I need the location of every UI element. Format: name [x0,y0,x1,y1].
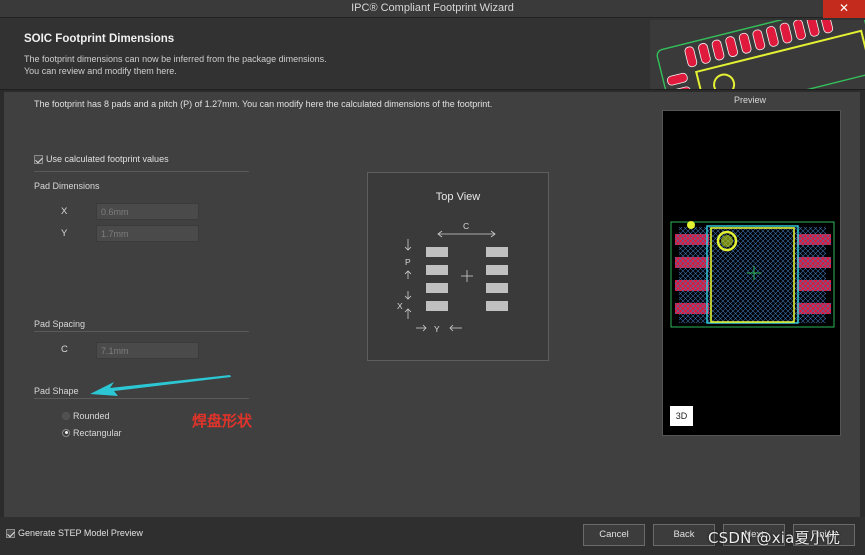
radio-indicator[interactable] [62,428,70,437]
page-title: SOIC Footprint Dimensions [24,33,175,45]
3d-view-button[interactable]: 3D [670,406,693,426]
dim-c-label: C [463,221,470,231]
use-calculated-label: Use calculated footprint values [46,154,169,165]
footprint-preview[interactable]: 3D [662,110,841,436]
dim-y-label: Y [434,324,440,334]
wizard-header: SOIC Footprint Dimensions The footprint … [0,18,865,90]
checkbox-mark[interactable] [6,528,15,538]
pad-dimensions-label: Pad Dimensions [34,181,100,191]
radio-rectangular-label: Rectangular [73,427,122,438]
pad-shape-label: Pad Shape [34,386,79,396]
back-button[interactable]: Back [653,524,715,546]
annotation-arrow-icon [90,375,231,396]
pad-y-label: Y [61,228,68,239]
footprint-banner-graphic [650,20,865,89]
pad-c-label: C [61,344,68,355]
use-calculated-checkbox[interactable]: Use calculated footprint values [34,154,169,165]
generate-step-label: Generate STEP Model Preview [18,528,143,539]
cancel-button[interactable]: Cancel [583,524,645,546]
top-view-diagram: Top View C P X Y [367,172,549,361]
pad-spacing-label: Pad Spacing [34,319,86,329]
dim-p-label: P [405,257,411,267]
dim-x-label: X [397,301,403,311]
radio-indicator[interactable] [62,411,70,420]
window-title: IPC® Compliant Footprint Wizard [351,2,514,14]
pad-x-label: X [61,206,68,217]
page-description: The footprint dimensions can now be infe… [24,54,327,64]
wizard-content: The footprint has 8 pads and a pitch (P)… [4,92,860,517]
window-titlebar: IPC® Compliant Footprint Wizard ✕ [0,0,865,18]
pad-c-input[interactable] [96,342,199,359]
close-button[interactable]: ✕ [823,0,865,18]
preview-label: Preview [734,95,767,105]
radio-rounded[interactable]: Rounded [62,410,110,421]
pad-y-input[interactable] [96,225,199,242]
radio-rounded-label: Rounded [73,410,110,421]
footprint-preview-drawing [670,221,835,328]
watermark-text: CSDN @xia夏小优 [708,529,841,547]
divider [34,331,249,332]
checkbox-mark[interactable] [34,154,43,164]
pad-x-input[interactable] [96,203,199,220]
generate-step-checkbox[interactable]: Generate STEP Model Preview [6,528,143,539]
divider [34,171,249,172]
page-description: You can review and modify them here. [24,66,177,76]
footprint-summary: The footprint has 8 pads and a pitch (P)… [34,99,493,109]
annotation-label: 焊盘形状 [192,412,253,430]
radio-rectangular[interactable]: Rectangular [62,427,122,438]
top-view-drawing [404,230,508,332]
